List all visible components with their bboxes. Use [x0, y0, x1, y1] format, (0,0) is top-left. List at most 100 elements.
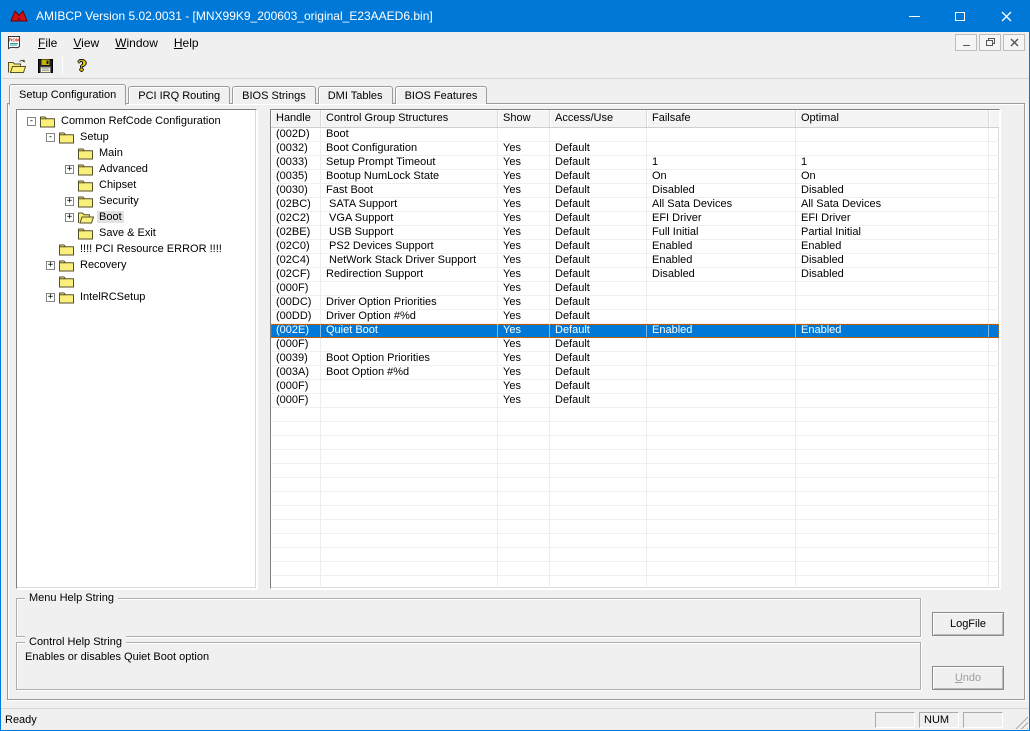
table-cell — [647, 380, 796, 394]
table-cell — [796, 394, 989, 408]
table-row-empty — [271, 520, 999, 534]
mdi-minimize-icon — [962, 45, 970, 46]
expand-plus-icon[interactable]: + — [65, 196, 74, 206]
table-row[interactable]: (02CF) Redirection Support Yes Default Disab… — [271, 268, 999, 282]
open-file-button[interactable] — [4, 55, 30, 77]
table-cell — [796, 380, 989, 394]
table-row[interactable]: (000F) Yes Default — [271, 394, 999, 408]
table-row[interactable]: (02BC) SATA Support Yes Default All Sata De… — [271, 198, 999, 212]
table-row[interactable]: (003A) Boot Option #%d Yes Default — [271, 366, 999, 380]
table-cell — [498, 506, 550, 520]
table-cell: Default — [550, 352, 647, 366]
table-row[interactable]: (02C2) VGA Support Yes Default EFI Driver EF… — [271, 212, 999, 226]
collapse-minus-icon[interactable]: - — [27, 116, 36, 126]
expand-plus-icon[interactable]: + — [46, 292, 55, 302]
table-cell — [321, 394, 498, 408]
table-cell: 1 — [647, 156, 796, 170]
tree-item-recovery[interactable]: + Recovery — [17, 257, 256, 273]
tab-bios-features[interactable]: BIOS Features — [394, 86, 488, 104]
table-cell — [271, 450, 321, 464]
menu-help[interactable]: Help — [166, 34, 207, 52]
tree-item-label: Save & Exit — [99, 227, 156, 239]
table-header-row: Handle Control Group Structures Show Access… — [271, 110, 999, 128]
tree-item-save-exit[interactable]: Save & Exit — [17, 225, 256, 241]
logfile-button[interactable]: LogFile — [932, 612, 1004, 636]
table-cell: SATA Support — [321, 198, 498, 212]
tree-item-common-refcode-configuration[interactable]: - Common RefCode Configuration — [17, 113, 256, 129]
table-row[interactable]: (02C0) PS2 Devices Support Yes Default Enab… — [271, 240, 999, 254]
tree-item-intelrcsetup[interactable]: + IntelRCSetup — [17, 289, 256, 305]
expand-plus-icon[interactable]: + — [65, 164, 74, 174]
menu-window[interactable]: Window — [107, 34, 166, 52]
table-cell-blank — [989, 268, 999, 282]
column-header-optimal[interactable]: Optimal — [796, 110, 989, 127]
tab-dmi-tables[interactable]: DMI Tables — [317, 86, 393, 104]
tree-item--pci-resource-error-[interactable]: !!!! PCI Resource ERROR !!!! — [17, 241, 256, 257]
tab-pci-irq-routing[interactable]: PCI IRQ Routing — [128, 86, 231, 104]
column-header-handle[interactable]: Handle — [271, 110, 321, 127]
resize-grip[interactable] — [1015, 716, 1028, 729]
table-row[interactable]: (00DC) Driver Option Priorities Yes Default — [271, 296, 999, 310]
table-row[interactable]: (0032) Boot Configuration Yes Default — [271, 142, 999, 156]
table-cell — [321, 520, 498, 534]
table-row[interactable]: (000F) Yes Default — [271, 380, 999, 394]
table-row[interactable]: (00DD) Driver Option #%d Yes Default — [271, 310, 999, 324]
table-row[interactable]: (000F) Yes Default — [271, 338, 999, 352]
table-row[interactable]: (0030) Fast Boot Yes Default Disabled Disable… — [271, 184, 999, 198]
tree-item-main[interactable]: Main — [17, 145, 256, 161]
table-cell — [647, 534, 796, 548]
save-file-button[interactable] — [32, 55, 58, 77]
maximize-button[interactable] — [937, 0, 983, 32]
table-row[interactable]: (002D) Boot — [271, 128, 999, 142]
column-header-show[interactable]: Show — [498, 110, 550, 127]
minimize-button[interactable] — [891, 0, 937, 32]
mdi-restore-button[interactable] — [979, 34, 1001, 51]
table-cell — [550, 128, 647, 142]
table-row[interactable]: (000F) Yes Default — [271, 282, 999, 296]
undo-button[interactable]: Undo — [932, 666, 1004, 690]
collapse-minus-icon[interactable]: - — [46, 132, 55, 142]
mdi-minimize-button[interactable] — [955, 34, 977, 51]
table-row[interactable]: (002E) Quiet Boot Yes Default Enabled Enabled — [271, 324, 999, 338]
table-row[interactable]: (0035) Bootup NumLock State Yes Default On On — [271, 170, 999, 184]
help-button[interactable]: ? — [69, 55, 95, 77]
table-cell: Disabled — [796, 254, 989, 268]
tab-bios-strings[interactable]: BIOS Strings — [232, 86, 316, 104]
table-row[interactable]: (02BE) USB Support Yes Default Full Initial… — [271, 226, 999, 240]
tree-item-label: Main — [99, 147, 123, 159]
expand-plus-icon[interactable]: + — [65, 212, 74, 222]
expand-plus-icon[interactable]: + — [46, 260, 55, 270]
table-cell — [647, 450, 796, 464]
close-button[interactable] — [983, 0, 1029, 32]
tree-item-label: Security — [99, 195, 139, 207]
table-cell: Default — [550, 212, 647, 226]
table-row[interactable]: (0039) Boot Option Priorities Yes Default — [271, 352, 999, 366]
tree-item-setup[interactable]: - Setup — [17, 129, 256, 145]
table-cell — [796, 534, 989, 548]
table-cell: Default — [550, 310, 647, 324]
table-cell — [550, 492, 647, 506]
mdi-close-button[interactable] — [1003, 34, 1025, 51]
table-cell — [498, 422, 550, 436]
table-cell — [796, 450, 989, 464]
column-header-access-use[interactable]: Access/Use — [550, 110, 647, 127]
menu-file[interactable]: File — [30, 34, 65, 52]
tree-item[interactable] — [17, 273, 256, 289]
column-header-failsafe[interactable]: Failsafe — [647, 110, 796, 127]
table-cell: Driver Option Priorities — [321, 296, 498, 310]
table-row[interactable]: (02C4) NetWork Stack Driver Support Yes De… — [271, 254, 999, 268]
maximize-icon — [955, 11, 965, 21]
table-row[interactable]: (0033) Setup Prompt Timeout Yes Default 1 1 — [271, 156, 999, 170]
window-title: AMIBCP Version 5.02.0031 - [MNX99K9_2006… — [36, 9, 433, 23]
table-cell: (000F) — [271, 394, 321, 408]
tree-item-advanced[interactable]: + Advanced — [17, 161, 256, 177]
menu-view[interactable]: View — [65, 34, 107, 52]
table-cell: Yes — [498, 338, 550, 352]
tree-item-label: Chipset — [99, 179, 137, 191]
column-header-control-group-structures[interactable]: Control Group Structures — [321, 110, 498, 127]
tree-item-boot[interactable]: + Boot — [17, 209, 256, 225]
rom-document-icon: ROM — [6, 35, 24, 51]
tab-setup-configuration[interactable]: Setup Configuration — [9, 84, 127, 105]
tree-item-chipset[interactable]: Chipset — [17, 177, 256, 193]
tree-item-security[interactable]: + Security — [17, 193, 256, 209]
